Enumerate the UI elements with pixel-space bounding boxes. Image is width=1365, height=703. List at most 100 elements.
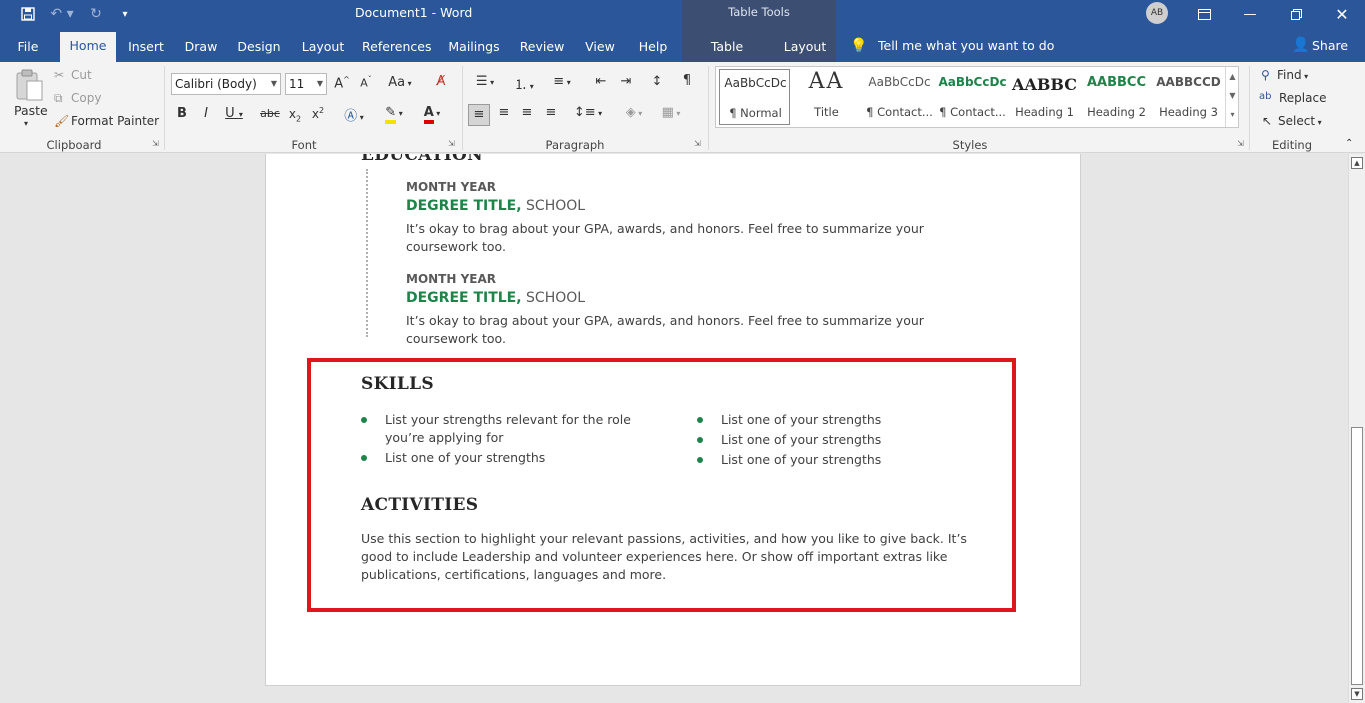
paste-dropdown-icon[interactable]: ▾ bbox=[24, 119, 28, 128]
close-icon[interactable]: ✕ bbox=[1319, 0, 1365, 28]
tab-table-layout[interactable]: Layout bbox=[780, 36, 830, 62]
styles-scroll[interactable]: ▲ ▼ ▾ bbox=[1225, 67, 1239, 127]
share-button[interactable]: Share bbox=[1312, 38, 1348, 53]
paste-button[interactable]: Paste bbox=[14, 103, 48, 118]
style-preview: AABBCCD bbox=[1156, 75, 1221, 89]
font-launcher-icon[interactable]: ⇲ bbox=[448, 139, 455, 148]
font-size-value: 11 bbox=[289, 77, 305, 91]
multilevel-list-icon[interactable]: ≡ ▾ bbox=[546, 74, 578, 89]
style-contact-1[interactable]: AaBbCcDc ¶ Contact... bbox=[864, 69, 935, 125]
style-contact-2[interactable]: AaBbCcDc ¶ Contact... bbox=[937, 69, 1008, 125]
increase-indent-icon[interactable]: ⇥ bbox=[616, 74, 636, 89]
tab-view[interactable]: View bbox=[580, 36, 620, 62]
shading-icon[interactable]: ◈ ▾ bbox=[617, 105, 651, 120]
degree-title: DEGREE TITLE, bbox=[406, 290, 522, 306]
styles-launcher-icon[interactable]: ⇲ bbox=[1237, 139, 1244, 148]
minimize-icon[interactable]: — bbox=[1227, 0, 1273, 28]
find-icon: ⚲ bbox=[1261, 68, 1270, 82]
change-case-icon[interactable]: Aa ▾ bbox=[386, 75, 414, 90]
superscript-icon[interactable]: x2 bbox=[310, 106, 326, 121]
underline-icon[interactable]: U ▾ bbox=[223, 106, 245, 121]
style-label: Title bbox=[814, 105, 839, 119]
cut-button[interactable]: Cut bbox=[71, 68, 92, 82]
borders-icon[interactable]: ▦ ▾ bbox=[655, 105, 687, 120]
sort-icon[interactable]: ↕ bbox=[647, 74, 667, 89]
collapse-ribbon-icon[interactable]: ⌃ bbox=[1345, 138, 1353, 149]
align-center-icon[interactable]: ≡ bbox=[494, 105, 514, 120]
style-normal[interactable]: AaBbCcDc ¶ Normal bbox=[719, 69, 790, 125]
font-group-label: Font bbox=[291, 138, 317, 152]
line-spacing-icon[interactable]: ↕≡ ▾ bbox=[572, 105, 604, 120]
cut-icon: ✂ bbox=[54, 68, 65, 82]
font-size-combo[interactable]: 11 ▼ bbox=[285, 73, 327, 95]
select-button[interactable]: Select ▾ bbox=[1278, 114, 1322, 128]
numbering-icon[interactable]: ⒈ ▾ bbox=[508, 74, 540, 93]
grow-font-icon[interactable]: A^ bbox=[334, 75, 350, 91]
decrease-indent-icon[interactable]: ⇤ bbox=[591, 74, 611, 89]
style-title[interactable]: AA Title bbox=[791, 69, 862, 125]
style-heading-2[interactable]: AABBCC Heading 2 bbox=[1081, 69, 1152, 125]
tab-help[interactable]: Help bbox=[632, 36, 674, 62]
chevron-down-icon: ▾ bbox=[1315, 118, 1322, 127]
show-formatting-icon[interactable]: ¶ bbox=[679, 73, 695, 88]
scroll-up-icon[interactable]: ▲ bbox=[1351, 157, 1363, 169]
style-heading-3[interactable]: AABBCCD Heading 3 bbox=[1153, 69, 1224, 125]
align-left-icon[interactable]: ≡ bbox=[468, 104, 490, 126]
tab-file[interactable]: File bbox=[8, 36, 48, 62]
strikethrough-icon[interactable]: abc bbox=[259, 107, 281, 120]
subscript-icon[interactable]: x2 bbox=[287, 107, 303, 123]
redo-icon[interactable]: ↻ bbox=[86, 3, 106, 25]
entry-degree: DEGREE TITLE, SCHOOL bbox=[406, 290, 585, 306]
school-name: SCHOOL bbox=[521, 290, 586, 306]
copy-button[interactable]: Copy bbox=[71, 91, 101, 105]
separator bbox=[462, 66, 463, 150]
tell-me-search[interactable]: Tell me what you want to do bbox=[878, 38, 1054, 53]
clear-formatting-icon[interactable]: A̸ bbox=[432, 74, 450, 89]
undo-icon[interactable]: ↶ ▾ bbox=[48, 3, 76, 25]
clipboard-launcher-icon[interactable]: ⇲ bbox=[152, 139, 159, 148]
italic-icon[interactable]: I bbox=[200, 106, 212, 121]
paragraph-launcher-icon[interactable]: ⇲ bbox=[694, 139, 701, 148]
tab-insert[interactable]: Insert bbox=[122, 36, 170, 62]
shrink-font-icon[interactable]: Aˇ bbox=[358, 75, 374, 90]
font-name-combo[interactable]: Calibri (Body) ▼ bbox=[171, 73, 281, 95]
tab-draw[interactable]: Draw bbox=[180, 36, 222, 62]
scrollbar-thumb[interactable] bbox=[1351, 427, 1363, 685]
style-label: Heading 3 bbox=[1159, 105, 1218, 119]
replace-icon: ab bbox=[1259, 91, 1272, 102]
ribbon: Paste ▾ ✂ Cut ⧉ Copy 🖌 Format Painter Cl… bbox=[0, 62, 1365, 153]
tab-design[interactable]: Design bbox=[232, 36, 286, 62]
style-preview: AaBbCcDc bbox=[868, 75, 931, 89]
tab-layout[interactable]: Layout bbox=[296, 36, 350, 62]
style-heading-1[interactable]: AABBC Heading 1 bbox=[1009, 69, 1080, 125]
tab-references[interactable]: References bbox=[362, 36, 431, 62]
paragraph-group-label: Paragraph bbox=[545, 138, 605, 152]
tab-review[interactable]: Review bbox=[516, 36, 568, 62]
tab-mailings[interactable]: Mailings bbox=[444, 36, 504, 62]
replace-button[interactable]: Replace bbox=[1279, 91, 1326, 105]
bold-icon[interactable]: B bbox=[176, 106, 188, 121]
tab-table-design[interactable]: Table Design bbox=[688, 36, 766, 76]
highlight-color-icon[interactable]: ✎ ▾ bbox=[378, 105, 410, 124]
tab-home[interactable]: Home bbox=[60, 32, 116, 62]
title-bar: ↶ ▾ ↻ ▾ Document1 - Word Table Tools AB … bbox=[0, 0, 1365, 76]
bullets-icon[interactable]: ☰ ▾ bbox=[470, 74, 500, 89]
font-color-icon[interactable]: A ▾ bbox=[416, 105, 448, 124]
save-icon[interactable] bbox=[18, 3, 38, 25]
style-label: ¶ Contact... bbox=[939, 105, 1006, 119]
entry-description: It’s okay to brag about your GPA, awards… bbox=[406, 221, 924, 254]
scroll-down-icon[interactable]: ▼ bbox=[1351, 688, 1363, 700]
ribbon-display-icon[interactable] bbox=[1181, 0, 1227, 28]
vertical-scrollbar[interactable]: ▲ ▼ bbox=[1348, 154, 1365, 703]
justify-icon[interactable]: ≡ bbox=[541, 105, 561, 120]
avatar[interactable]: AB bbox=[1146, 2, 1168, 24]
format-painter-button[interactable]: Format Painter bbox=[71, 114, 159, 128]
find-button[interactable]: Find ▾ bbox=[1277, 68, 1308, 82]
align-right-icon[interactable]: ≡ bbox=[517, 105, 537, 120]
paste-icon[interactable] bbox=[14, 68, 44, 102]
customize-qat-icon[interactable]: ▾ bbox=[118, 3, 132, 25]
style-preview: AABBCC bbox=[1086, 75, 1147, 90]
text-effects-icon[interactable]: Ⓐ ▾ bbox=[340, 105, 368, 124]
restore-icon[interactable] bbox=[1273, 0, 1319, 28]
styles-group-label: Styles bbox=[952, 138, 988, 152]
